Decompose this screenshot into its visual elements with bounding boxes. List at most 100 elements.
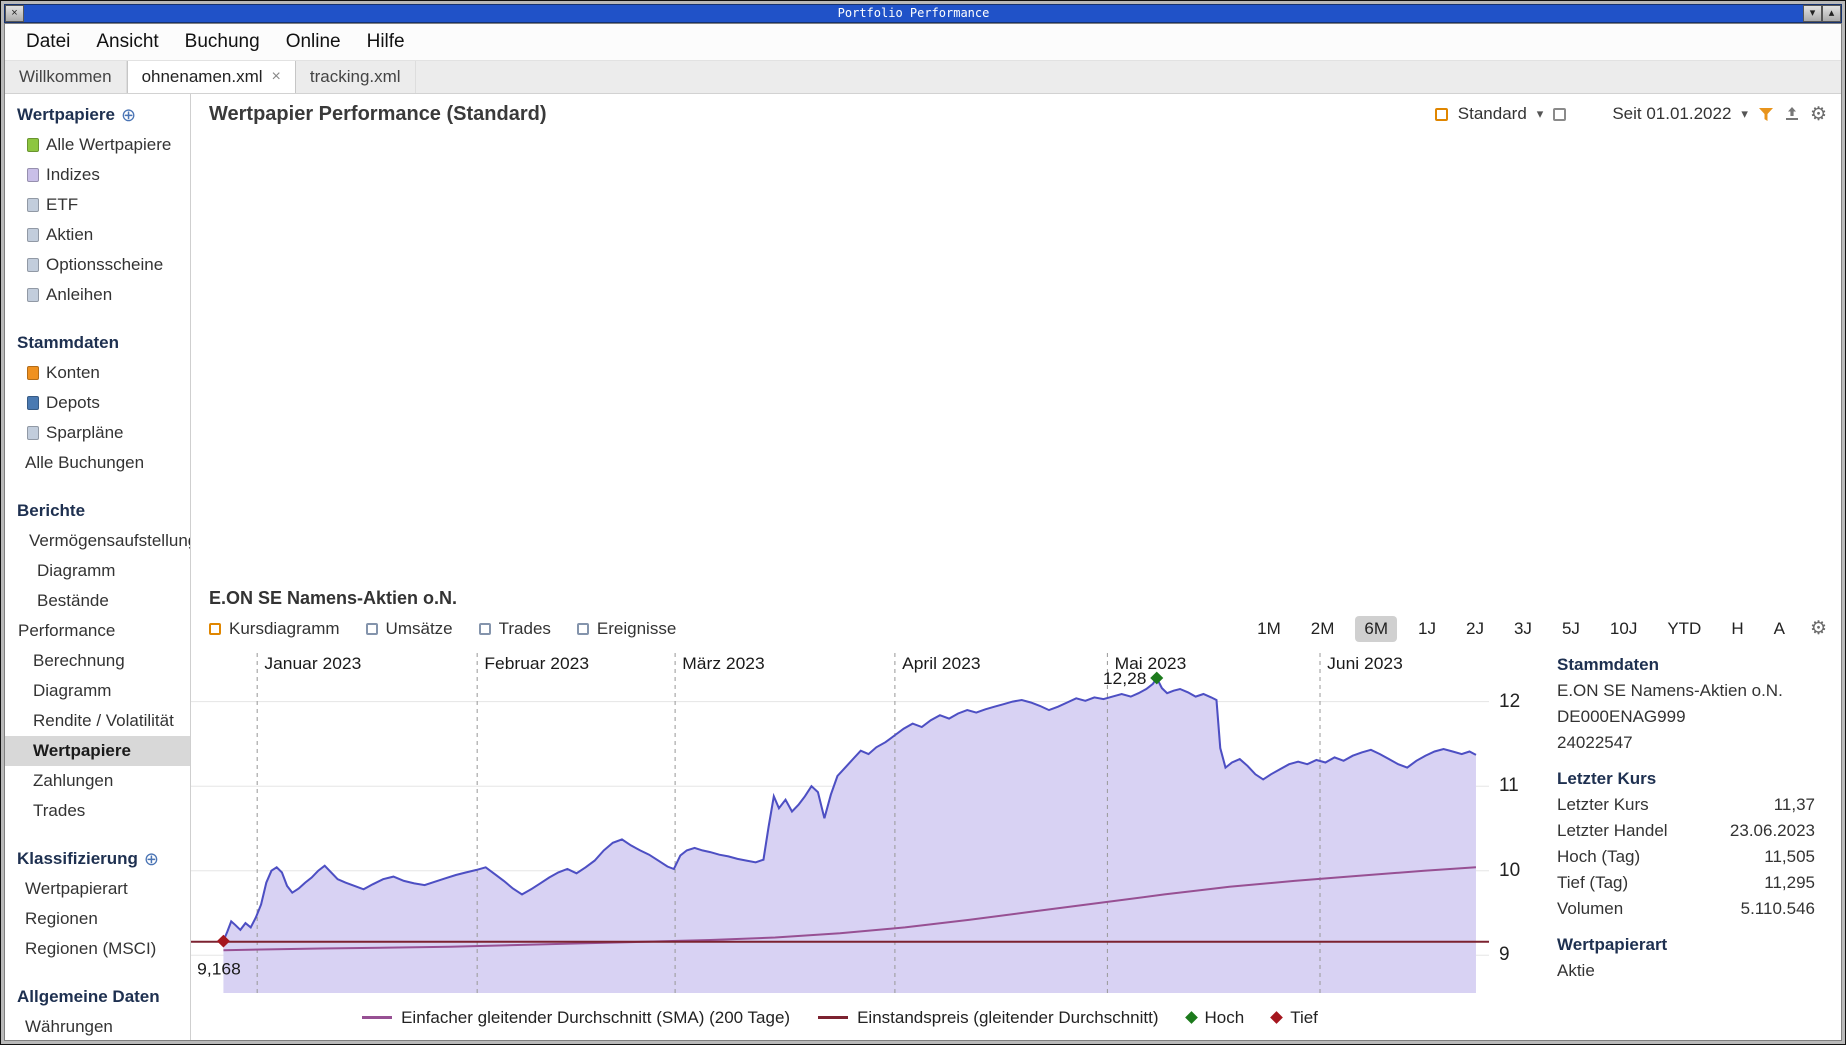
savings-plan-icon [27, 426, 39, 440]
menu-datei[interactable]: Datei [13, 27, 83, 57]
chart-toolbar: Kursdiagramm Umsätze Trades Ereignisse 1M 2M… [191, 612, 1841, 645]
tab-close-icon[interactable]: × [272, 68, 281, 86]
filter-icon[interactable] [1758, 107, 1774, 122]
sidebar-item-wahrungen[interactable]: Währungen [5, 1012, 190, 1040]
export-icon[interactable] [1784, 106, 1800, 122]
layout-icon[interactable] [1553, 108, 1566, 121]
view-selector[interactable]: Standard [1458, 104, 1527, 124]
chevron-down-icon[interactable]: ▾ [1537, 106, 1544, 122]
y-axis-label: 11 [1499, 774, 1519, 798]
svg-text:12,28: 12,28 [1103, 668, 1147, 688]
header-controls: Standard ▾ Seit 01.01.2022 ▾ ⚙ [1435, 104, 1827, 124]
sidebar-item-trades[interactable]: Trades [5, 796, 190, 826]
sidebar-item-rendite-volatilitat[interactable]: Rendite / Volatilität [5, 706, 190, 736]
menu-online[interactable]: Online [273, 27, 354, 57]
period-selector[interactable]: Seit 01.01.2022 [1612, 104, 1731, 124]
range-3j[interactable]: 3J [1505, 616, 1541, 642]
chart-svg[interactable]: Januar 2023Februar 2023März 2023April 20… [191, 645, 1489, 995]
legend-label: Einstandspreis (gleitender Durchschnitt) [857, 1008, 1158, 1028]
sidebar-item-wertpapiere[interactable]: Wertpapiere [5, 736, 190, 766]
section-label: Allgemeine Daten [17, 987, 160, 1007]
menu-buchung[interactable]: Buchung [172, 27, 273, 57]
tab-tracking-xml[interactable]: tracking.xml [296, 61, 416, 93]
range-1m[interactable]: 1M [1248, 616, 1290, 642]
sidebar-item-indizes[interactable]: Indizes [5, 160, 190, 190]
sidebar-item-depots[interactable]: Depots [5, 388, 190, 418]
sidebar-item-zahlungen[interactable]: Zahlungen [5, 766, 190, 796]
body-row: Wertpapiere⊕Alle WertpapiereIndizesETFAk… [5, 94, 1841, 1040]
sidebar-item-alle-buchungen[interactable]: Alle Buchungen [5, 448, 190, 478]
security-file-icon [27, 258, 39, 272]
toggle-umsatze[interactable]: Umsätze [366, 619, 453, 639]
window-close-button[interactable]: × [5, 5, 24, 22]
tab-willkommen[interactable]: Willkommen [5, 61, 127, 93]
item-label: Sparpläne [46, 423, 124, 443]
sidebar-item-diagramm[interactable]: Diagramm [5, 676, 190, 706]
sidebar-item-berechnung[interactable]: Berechnung [5, 646, 190, 676]
range-ytd[interactable]: YTD [1658, 616, 1710, 642]
legend-item-hoch: Hoch [1187, 1008, 1245, 1028]
menu-hilfe[interactable]: Hilfe [354, 27, 418, 57]
window-maximize-button[interactable]: ▴ [1822, 5, 1841, 22]
item-label: Vermögensaufstellung [29, 531, 190, 551]
chevron-down-icon[interactable]: ▾ [1741, 106, 1748, 122]
app-frame: DateiAnsichtBuchungOnlineHilfe Willkomme… [4, 23, 1842, 1041]
tab-label: ohnenamen.xml [142, 67, 263, 87]
tab-ohnenamen-xml[interactable]: ohnenamen.xml × [127, 61, 296, 93]
toggle-kursdiagramm[interactable]: Kursdiagramm [209, 619, 340, 639]
sidebar-item-etf[interactable]: ETF [5, 190, 190, 220]
sidebar-item-sparplane[interactable]: Sparpläne [5, 418, 190, 448]
legend-diamond-sample [1270, 1011, 1283, 1024]
info-row: Hoch (Tag)11,505 [1557, 844, 1815, 870]
add-icon[interactable]: ⊕ [144, 849, 159, 870]
item-label: Regionen (MSCI) [25, 939, 156, 959]
toggle-trades[interactable]: Trades [479, 619, 551, 639]
sidebar-item-bestande[interactable]: Bestände [5, 586, 190, 616]
range-6m[interactable]: 6M [1355, 616, 1397, 642]
add-icon[interactable]: ⊕ [121, 105, 136, 126]
toggle-ereignisse[interactable]: Ereignisse [577, 619, 676, 639]
sidebar-item-vermogensaufstellung[interactable]: Vermögensaufstellung [5, 526, 190, 556]
sidebar-item-regionen[interactable]: Regionen [5, 904, 190, 934]
chart-settings-gear-icon[interactable]: ⚙ [1810, 619, 1827, 638]
main-header: Wertpapier Performance (Standard) Standa… [191, 94, 1841, 134]
item-label: Wertpapierart [25, 879, 128, 899]
sidebar-item-alle-wertpapiere[interactable]: Alle Wertpapiere [5, 130, 190, 160]
item-label: Berechnung [33, 651, 125, 671]
range-2m[interactable]: 2M [1302, 616, 1344, 642]
info-row: Letzter Kurs11,37 [1557, 792, 1815, 818]
chart-series-toggles: Kursdiagramm Umsätze Trades Ereignisse [209, 619, 702, 639]
sidebar-item-konten[interactable]: Konten [5, 358, 190, 388]
sidebar-section-wertpapiere: Wertpapiere⊕ [5, 100, 190, 130]
svg-text:März 2023: März 2023 [682, 653, 764, 673]
sidebar-section-allgemeine-daten: Allgemeine Daten [5, 982, 190, 1012]
info-section-wertpapierart: WertpapierartAktie [1557, 935, 1815, 984]
sidebar: Wertpapiere⊕Alle WertpapiereIndizesETFAk… [5, 94, 191, 1040]
gear-icon[interactable]: ⚙ [1810, 105, 1827, 124]
account-icon [27, 366, 39, 380]
menu-ansicht[interactable]: Ansicht [83, 27, 171, 57]
legend-label: Einfacher gleitender Durchschnitt (SMA) … [401, 1008, 790, 1028]
price-chart[interactable]: Januar 2023Februar 2023März 2023April 20… [191, 645, 1489, 995]
sidebar-item-wertpapierart[interactable]: Wertpapierart [5, 874, 190, 904]
range-2j[interactable]: 2J [1457, 616, 1493, 642]
sidebar-item-optionsscheine[interactable]: Optionsscheine [5, 250, 190, 280]
sidebar-item-diagramm[interactable]: Diagramm [5, 556, 190, 586]
svg-text:Januar 2023: Januar 2023 [264, 653, 361, 673]
item-label: Wertpapiere [33, 741, 131, 761]
sidebar-item-performance[interactable]: Performance [5, 616, 190, 646]
sidebar-item-aktien[interactable]: Aktien [5, 220, 190, 250]
toggle-label: Ereignisse [597, 619, 676, 639]
item-label: Trades [33, 801, 85, 821]
range-a[interactable]: A [1765, 616, 1794, 642]
window-minimize-button[interactable]: ▾ [1803, 5, 1822, 22]
securities-table[interactable] [191, 134, 1841, 580]
range-5j[interactable]: 5J [1553, 616, 1589, 642]
range-h[interactable]: H [1722, 616, 1752, 642]
svg-text:April 2023: April 2023 [902, 653, 981, 673]
range-1j[interactable]: 1J [1409, 616, 1445, 642]
sidebar-item-regionen-msci[interactable]: Regionen (MSCI) [5, 934, 190, 964]
svg-text:Juni 2023: Juni 2023 [1327, 653, 1403, 673]
sidebar-item-anleihen[interactable]: Anleihen [5, 280, 190, 310]
range-10j[interactable]: 10J [1601, 616, 1646, 642]
